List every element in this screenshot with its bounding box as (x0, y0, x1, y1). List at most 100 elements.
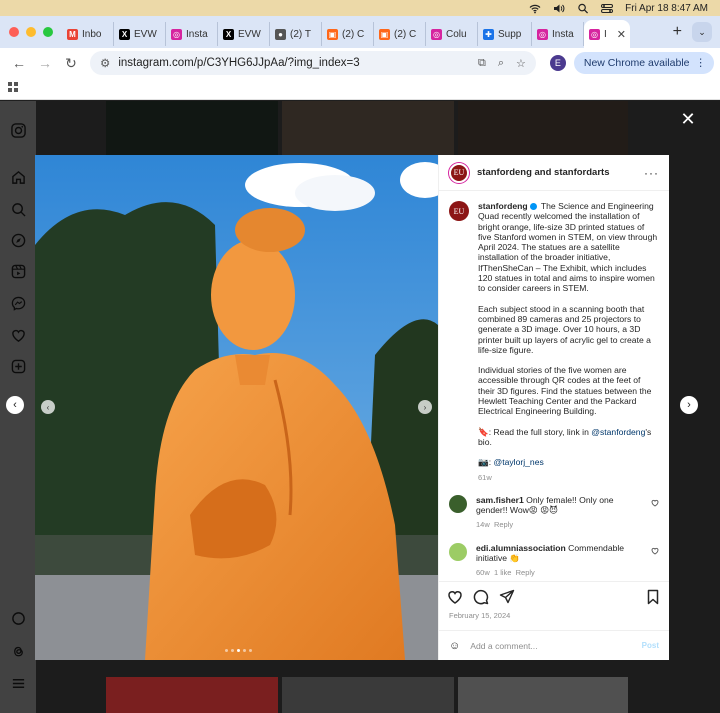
browser-toolbar: ← → ↻ ⚙ instagram.com/p/C3YHG6JJpAa/?img… (0, 48, 720, 78)
post-details-panel: EU stanfordeng and stanfordarts ··· EU s… (438, 155, 669, 660)
tab-instagram[interactable]: ◎ Insta (166, 22, 218, 46)
comment-age: 14w (476, 520, 490, 530)
profile-grid-bottom-row (106, 677, 628, 713)
new-chrome-label: New Chrome available (583, 57, 690, 69)
reply-button[interactable]: Reply (516, 568, 535, 577)
tab-gmail[interactable]: M Inbo (62, 22, 114, 46)
caption: EU stanfordeng The Science and Engineeri… (449, 201, 659, 483)
zoom-icon[interactable]: ⌕ (498, 57, 504, 70)
save-bookmark-icon[interactable] (645, 589, 661, 605)
reply-button[interactable]: Reply (494, 520, 513, 529)
minimize-window-icon[interactable] (26, 27, 36, 37)
generic-favicon-icon: ● (275, 28, 286, 40)
photo-previous-chevron-icon[interactable]: ‹ (41, 400, 55, 414)
tab-label: EVW (238, 28, 261, 40)
instagram-favicon-icon: ◎ (431, 28, 442, 40)
close-modal-icon[interactable]: ✕ (680, 110, 696, 128)
more-options-icon[interactable]: ··· (644, 166, 659, 180)
close-window-icon[interactable] (9, 27, 19, 37)
address-bar[interactable]: ⚙ instagram.com/p/C3YHG6JJpAa/?img_index… (90, 51, 536, 75)
tab-instagram[interactable]: ◎ Insta (532, 22, 584, 46)
apps-grid-icon[interactable] (8, 81, 19, 96)
volume-icon[interactable] (553, 3, 565, 14)
instagram-favicon-icon: ◎ (537, 28, 548, 40)
comment-item: sam.fisher1 Only female!! Only one gende… (449, 494, 659, 531)
tab-instagram[interactable]: ◎ I ✕ (584, 20, 630, 48)
comment-item: edi.alumniassociation Commendable initia… (449, 542, 659, 579)
tab-label: EVW (134, 28, 157, 40)
caption-age: 61w (478, 472, 492, 482)
install-app-icon[interactable]: ⧉ (478, 57, 486, 70)
commenter-username[interactable]: edi.alumniassociation (476, 543, 566, 553)
caption-username[interactable]: stanfordeng (478, 201, 528, 211)
tab-label: Insta (552, 28, 574, 40)
photo-credit: 📷: (478, 457, 494, 468)
post-author-names[interactable]: stanfordeng and stanfordarts (477, 167, 610, 178)
tab-substack[interactable]: ▣ (2) C (322, 22, 374, 46)
back-button[interactable]: ← (6, 50, 32, 76)
commenter-avatar[interactable] (449, 542, 467, 561)
tab-label: Inbo (82, 28, 102, 40)
tab-substack[interactable]: ▣ (2) C (374, 22, 426, 46)
photo-next-chevron-icon[interactable]: › (418, 400, 432, 414)
close-tab-icon[interactable]: ✕ (617, 28, 626, 41)
spotlight-icon[interactable] (577, 3, 589, 14)
forward-button[interactable]: → (32, 50, 58, 76)
add-comment-bar: ☺ Add a comment... Post (439, 630, 669, 660)
post-modal: ‹ › EU stanfordeng and stanfordarts ··· … (35, 155, 669, 660)
bookmark-star-icon[interactable]: ☆ (516, 57, 526, 70)
mention-stanfordeng[interactable]: @stanfordeng (591, 427, 645, 437)
x-favicon-icon: X (119, 28, 130, 40)
next-post-chevron-icon[interactable]: › (680, 396, 698, 414)
new-tab-button[interactable]: + (663, 23, 692, 41)
tab-x[interactable]: X EVW (218, 22, 270, 46)
tab-support[interactable]: ✚ Supp (478, 22, 532, 46)
tab-label: I (604, 28, 607, 40)
control-center-icon[interactable] (601, 3, 614, 14)
verified-badge-icon (529, 203, 537, 211)
comment-bubble-icon[interactable] (473, 589, 489, 605)
author-avatar[interactable]: EU (449, 162, 469, 183)
add-comment-input[interactable]: Add a comment... (470, 641, 537, 651)
tab-label: Colu (446, 28, 467, 40)
reload-button[interactable]: ↻ (58, 50, 84, 76)
tab-label: (2) C (342, 28, 365, 40)
support-favicon-icon: ✚ (483, 28, 494, 40)
carousel-dots (225, 649, 252, 652)
statue-photo-illustration (35, 155, 438, 660)
window-controls (0, 27, 62, 37)
wifi-icon[interactable] (529, 3, 541, 14)
comment-likes[interactable]: 1 like (494, 568, 512, 577)
comment-like-heart-icon[interactable] (651, 499, 659, 507)
site-info-icon[interactable]: ⚙ (100, 56, 110, 70)
comment-like-heart-icon[interactable] (651, 547, 659, 555)
comments-list[interactable]: EU stanfordeng The Science and Engineeri… (439, 191, 669, 581)
tab-search-chevron-icon[interactable]: ⌄ (692, 22, 712, 42)
profile-avatar[interactable]: E (549, 55, 566, 71)
menubar-clock[interactable]: Fri Apr 18 8:47 AM (625, 3, 708, 14)
comment-threads: sam.fisher1 Only female!! Only one gende… (449, 494, 659, 581)
gmail-favicon-icon: M (67, 28, 78, 40)
tab-label: Supp (498, 28, 522, 40)
omnibox-actions: ⧉ ⌕ ☆ (478, 57, 526, 70)
commenter-avatar[interactable] (449, 494, 467, 513)
bookmarks-bar (0, 78, 720, 100)
x-favicon-icon: X (223, 28, 234, 40)
post-actions (439, 581, 669, 611)
like-heart-icon[interactable] (447, 589, 463, 605)
post-date: February 15, 2024 (449, 611, 511, 620)
zoom-window-icon[interactable] (43, 27, 53, 37)
post-comment-button[interactable]: Post (642, 641, 659, 650)
mention-taylorj-nes[interactable]: @taylorj_nes (493, 457, 543, 467)
caption-avatar[interactable]: EU (449, 201, 469, 221)
previous-post-chevron-icon[interactable]: ‹ (6, 396, 24, 414)
emoji-picker-icon[interactable]: ☺ (449, 640, 460, 652)
tab-x[interactable]: X EVW (114, 22, 166, 46)
tab-generic[interactable]: ● (2) T (270, 22, 322, 46)
commenter-username[interactable]: sam.fisher1 (476, 495, 524, 505)
mac-menubar: Fri Apr 18 8:47 AM (0, 0, 720, 16)
new-chrome-available-button[interactable]: New Chrome available ⋮ (573, 52, 714, 74)
share-paper-plane-icon[interactable] (499, 589, 515, 605)
tab-instagram[interactable]: ◎ Colu (426, 22, 478, 46)
kebab-menu-icon[interactable]: ⋮ (696, 57, 707, 69)
